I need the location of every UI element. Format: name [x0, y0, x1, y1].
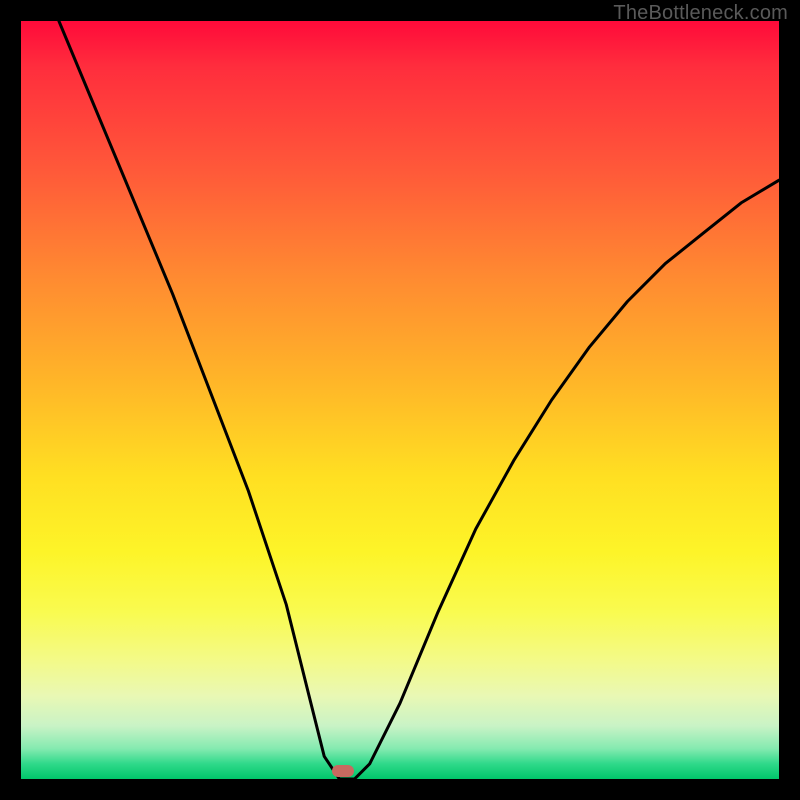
bottleneck-curve: [21, 21, 779, 779]
optimal-point-marker: [332, 765, 354, 777]
plot-area: [21, 21, 779, 779]
chart-frame: TheBottleneck.com: [0, 0, 800, 800]
